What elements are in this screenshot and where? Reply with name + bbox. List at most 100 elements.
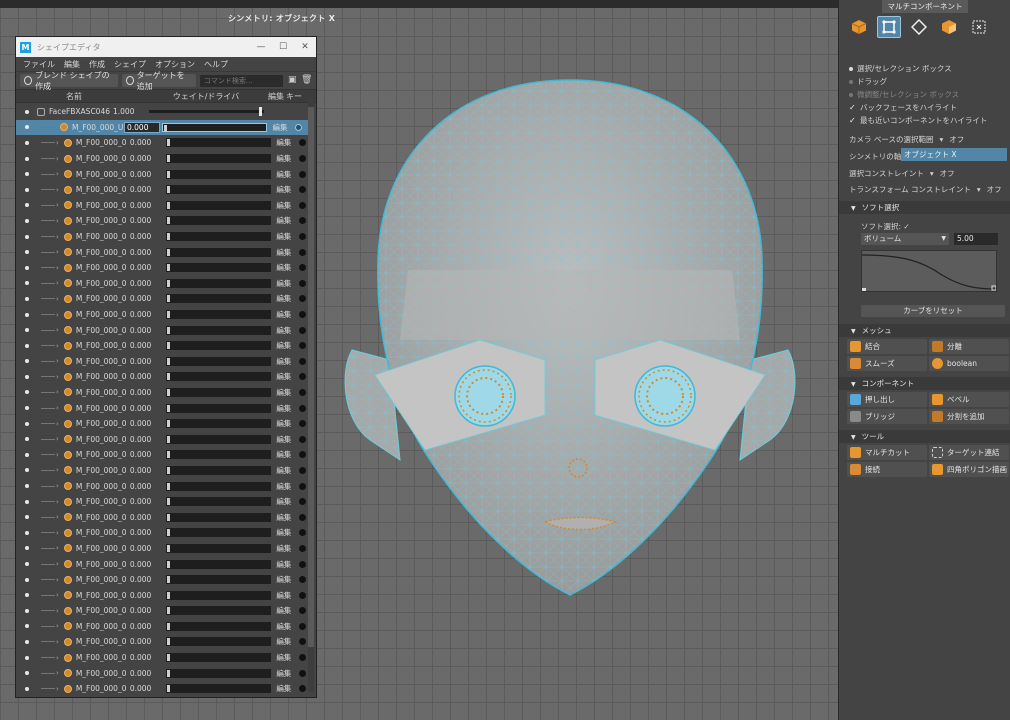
target-row[interactable]: › M_F00_000_0 0.000 編集 [16,431,308,447]
target-weight-slider[interactable] [165,528,271,538]
target-weight-value[interactable]: 0.000 [128,154,164,163]
visibility-toggle[interactable] [25,140,29,145]
target-weight-slider[interactable] [165,356,271,366]
key-indicator[interactable] [298,435,306,443]
target-weight-value[interactable]: 0.000 [128,450,164,459]
add-divisions-button[interactable]: 分割を追加 [929,409,1009,424]
key-indicator[interactable] [298,622,306,630]
visibility-toggle[interactable] [25,218,29,223]
slider-handle[interactable] [166,435,170,443]
edit-button[interactable]: 編集 [270,122,290,133]
target-weight-value[interactable]: 0.000 [128,279,164,288]
slider-handle[interactable] [166,591,170,599]
shape-editor-window[interactable]: M シェイプエディタ — ☐ ✕ ファイル 編集 作成 シェイプ オプション ヘ… [15,36,317,698]
key-indicator[interactable] [298,233,306,241]
key-indicator[interactable] [295,123,302,131]
edit-button[interactable]: 編集 [274,621,294,632]
target-row[interactable]: › M_F00_000_0 0.000 編集 [16,556,308,572]
mesh-section-header[interactable]: ▼ メッシュ [839,324,1010,337]
visibility-toggle[interactable] [25,296,29,301]
key-indicator[interactable] [298,591,306,599]
multi-component-tab[interactable]: マルチコンポーネント [882,0,968,13]
key-indicator[interactable] [298,498,306,506]
camera-based-selection[interactable]: カメラ ベースの選択範囲 ▾ オフ [849,134,964,145]
slider-handle[interactable] [166,669,170,677]
visibility-toggle[interactable] [25,390,29,395]
key-indicator[interactable] [298,560,306,568]
target-weight-value[interactable]: 0.000 [128,294,164,303]
edit-button[interactable]: 編集 [274,403,294,414]
target-weight-slider[interactable] [165,138,271,148]
key-indicator[interactable] [298,576,306,584]
target-weight-slider[interactable] [165,278,271,288]
visibility-toggle[interactable] [25,671,29,676]
maximize-button[interactable]: ☐ [272,42,294,52]
key-indicator[interactable] [298,170,306,178]
slider-handle[interactable] [166,170,170,178]
target-row[interactable]: › M_F00_000_0 0.000 編集 [16,354,308,370]
slider-handle[interactable] [166,638,170,646]
key-indicator[interactable] [298,529,306,537]
edit-button[interactable]: 編集 [274,559,294,570]
target-row[interactable]: › M_F00_000_0 0.000 編集 [16,665,308,681]
target-row[interactable]: › M_F00_000_0 0.000 編集 [16,447,308,463]
key-indicator[interactable] [298,264,306,272]
edit-button[interactable]: 編集 [274,512,294,523]
visibility-toggle[interactable] [25,546,29,551]
key-indicator[interactable] [298,685,306,693]
smooth-button[interactable]: スムーズ [847,356,927,371]
visibility-toggle[interactable] [25,530,29,535]
target-weight-slider[interactable] [165,216,271,226]
target-weight-slider[interactable] [165,543,271,553]
visibility-toggle[interactable] [25,187,29,192]
column-name[interactable]: 名前 [16,91,116,102]
target-row[interactable]: › M_F00_000_0 0.000 編集 [16,525,308,541]
key-indicator[interactable] [298,311,306,319]
option-tweak-box[interactable]: 微調整/セレクション ボックス [849,89,959,100]
slider-handle[interactable] [166,420,170,428]
menu-create[interactable]: 作成 [89,59,105,70]
component-section-header[interactable]: ▼ コンポーネント [839,377,1010,390]
edit-button[interactable]: 編集 [274,262,294,273]
pick-mask-icon[interactable] [967,16,991,38]
target-row[interactable]: › M_F00_000_0 0.000 編集 [16,681,308,697]
slider-handle[interactable] [166,295,170,303]
trash-icon[interactable]: 🗑 [301,75,312,86]
new-folder-icon[interactable]: ▣ [287,75,297,86]
slider-handle[interactable] [166,388,170,396]
visibility-toggle[interactable] [25,109,29,114]
target-weight-value[interactable]: 0.000 [128,591,164,600]
key-indicator[interactable] [298,638,306,646]
slider-handle[interactable] [259,107,262,117]
target-weight-slider[interactable] [165,606,271,616]
target-row[interactable]: › M_F00_000_0 0.000 編集 [16,322,308,338]
target-weight-slider[interactable] [165,512,271,522]
target-weight-value[interactable]: 0.000 [128,372,164,381]
target-weight-value[interactable]: 0.000 [128,216,164,225]
shape-editor-titlebar[interactable]: M シェイプエディタ — ☐ ✕ [16,37,316,57]
target-weight-slider[interactable] [165,294,271,304]
key-indicator[interactable] [298,373,306,381]
slider-handle[interactable] [166,155,170,163]
target-weight-value[interactable]: 0.000 [128,575,164,584]
option-highlight-nearest[interactable]: ✓ 最も近いコンポーネントをハイライト [849,115,987,126]
target-row[interactable]: › M_F00_000_0 0.000 編集 [16,244,308,260]
slider-handle[interactable] [166,654,170,662]
target-weight-slider[interactable] [165,185,271,195]
edit-button[interactable]: 編集 [274,231,294,242]
target-row[interactable]: › M_F00_000_0 0.000 編集 [16,603,308,619]
slider-handle[interactable] [166,622,170,630]
target-weight-value[interactable]: 0.000 [128,232,164,241]
target-weight-slider[interactable] [165,341,271,351]
target-row[interactable]: › M_F00_000_0 0.000 編集 [16,400,308,416]
target-row[interactable]: › M_F00_000_0 0.000 編集 [16,151,308,167]
visibility-toggle[interactable] [25,468,29,473]
slider-handle[interactable] [166,576,170,584]
edit-button[interactable]: 編集 [274,590,294,601]
column-key[interactable]: キー [286,91,302,102]
edit-button[interactable]: 編集 [274,481,294,492]
key-indicator[interactable] [298,451,306,459]
menu-shape[interactable]: シェイプ [114,59,146,70]
option-highlight-backface[interactable]: ✓ バックフェースをハイライト [849,102,957,113]
target-row[interactable]: › M_F00_000_0 0.000 編集 [16,634,308,650]
